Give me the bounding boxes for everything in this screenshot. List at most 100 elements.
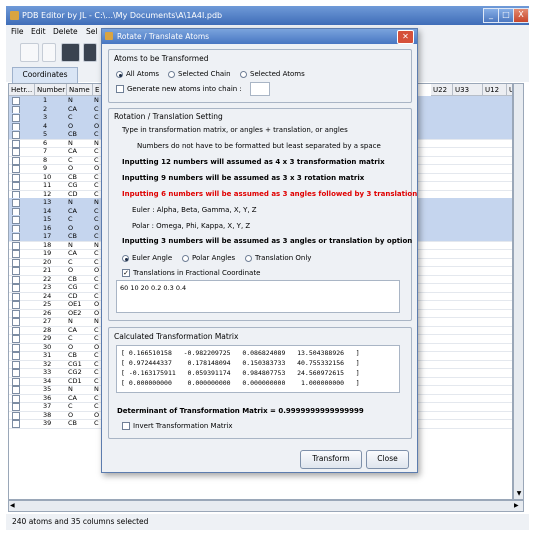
- atom-number: 19: [43, 249, 52, 257]
- chain-input[interactable]: [250, 82, 270, 96]
- atom-element: C: [94, 274, 99, 283]
- atom-element: N: [94, 317, 99, 325]
- matrix-row-4: [ 0.000000000 0.000000000 0.000000000 1.…: [121, 379, 360, 387]
- generate-chain-checkbox[interactable]: [116, 85, 124, 93]
- atom-number: 13: [43, 198, 52, 206]
- atom-name: O: [68, 164, 74, 172]
- atom-name: N: [68, 317, 73, 325]
- atom-element: C: [94, 104, 99, 113]
- atom-number: 7: [43, 147, 48, 155]
- atom-name: C: [68, 402, 73, 410]
- dialog-title: Rotate / Translate Atoms: [117, 32, 210, 41]
- atom-name: N: [68, 138, 73, 147]
- atom-element: N: [94, 240, 99, 249]
- atom-number: 8: [43, 155, 48, 164]
- atom-number: 34: [43, 376, 52, 385]
- close-button[interactable]: Close: [366, 450, 409, 469]
- atom-number: 1: [43, 96, 48, 104]
- atom-element: C: [94, 402, 99, 410]
- selected-chain-label: Selected Chain: [178, 70, 231, 78]
- atom-number: 24: [43, 291, 52, 300]
- polar-angles-radio[interactable]: [182, 255, 189, 262]
- menu-file[interactable]: File: [11, 27, 24, 36]
- menu-edit[interactable]: Edit: [31, 27, 46, 36]
- close-window-button[interactable]: X: [513, 8, 529, 23]
- info-line-4: Inputting 9 numbers will be assumed as 3…: [122, 174, 365, 182]
- atom-element: C: [94, 359, 99, 368]
- atom-number: 36: [43, 393, 52, 402]
- tab-coordinates[interactable]: Coordinates: [12, 67, 78, 83]
- transformation-input-area[interactable]: 60 10 20 0.2 0.3 0.4: [116, 280, 400, 313]
- euler-angle-radio[interactable]: [122, 255, 129, 262]
- save-as-icon[interactable]: [83, 43, 97, 62]
- atom-name: CD: [68, 291, 78, 300]
- all-atoms-radio[interactable]: [116, 71, 123, 78]
- atom-name: CA: [68, 393, 77, 402]
- all-atoms-label: All Atoms: [126, 70, 160, 78]
- column-header[interactable]: U12: [483, 84, 507, 96]
- transform-button[interactable]: Transform: [300, 450, 362, 469]
- menu-select[interactable]: Sel: [86, 27, 97, 36]
- rotate-translate-dialog: Rotate / Translate Atoms ✕ Atoms to be T…: [101, 28, 418, 473]
- atom-name: CG1: [68, 359, 82, 368]
- info-line-8: Inputting 3 numbers will be assumed as 3…: [122, 237, 413, 245]
- selected-atoms-radio[interactable]: [240, 71, 247, 78]
- atom-element: O: [94, 300, 100, 308]
- atom-name: N: [68, 198, 73, 206]
- atom-name: CB: [68, 419, 77, 427]
- fractional-coordinate-checkbox[interactable]: ✓: [122, 269, 130, 277]
- atom-element: O: [94, 342, 100, 351]
- column-header[interactable]: Number: [35, 84, 67, 96]
- atom-number: 32: [43, 359, 52, 368]
- info-line-7: Polar : Omega, Phi, Kappa, X, Y, Z: [132, 222, 251, 230]
- app-icon: [10, 11, 19, 20]
- menu-delete[interactable]: Delete: [53, 27, 78, 36]
- matrix-row-1: [ 0.166510158 -0.982209725 0.086824089 1…: [121, 349, 360, 357]
- save-icon[interactable]: [61, 43, 80, 62]
- info-line-1: Type in transformation matrix, or angles…: [122, 126, 348, 134]
- translation-only-radio[interactable]: [245, 255, 252, 262]
- column-header[interactable]: U33: [453, 84, 483, 96]
- atom-name: CB: [68, 232, 77, 240]
- atom-name: CA: [68, 206, 77, 215]
- atom-number: 37: [43, 402, 52, 410]
- atom-number: 23: [43, 283, 52, 291]
- open-icon[interactable]: [42, 43, 56, 62]
- atom-element: C: [94, 368, 99, 376]
- atom-number: 38: [43, 410, 52, 419]
- atom-number: 9: [43, 164, 48, 172]
- atom-number: 28: [43, 325, 52, 334]
- atom-name: C: [68, 155, 73, 164]
- atom-number: 20: [43, 257, 52, 266]
- dialog-close-icon[interactable]: ✕: [397, 30, 414, 44]
- scroll-left-arrow-icon[interactable]: ◀: [10, 502, 18, 510]
- column-header[interactable]: Name: [67, 84, 93, 96]
- info-line-3: Inputting 12 numbers will assumed as 4 x…: [122, 158, 385, 166]
- invert-matrix-checkbox[interactable]: [122, 422, 130, 430]
- atom-number: 35: [43, 385, 52, 393]
- atom-name: O: [68, 121, 74, 130]
- atom-name: N: [68, 240, 73, 249]
- scroll-right-arrow-icon[interactable]: ▶: [514, 502, 522, 510]
- column-header[interactable]: Hetr...: [9, 84, 35, 96]
- atom-element: O: [94, 266, 100, 274]
- vertical-scrollbar[interactable]: ▼: [513, 83, 524, 500]
- atom-element: N: [94, 96, 99, 104]
- atom-element: C: [94, 351, 99, 359]
- euler-angle-label: Euler Angle: [132, 254, 173, 262]
- minimize-button[interactable]: _: [483, 8, 499, 23]
- maximize-button[interactable]: □: [498, 8, 514, 23]
- atom-element: C: [94, 334, 99, 342]
- selected-chain-radio[interactable]: [168, 71, 175, 78]
- column-header[interactable]: U22: [431, 84, 453, 96]
- atom-element: O: [94, 223, 100, 232]
- atom-name: CB: [68, 172, 77, 181]
- hetero-checkbox[interactable]: [12, 420, 20, 428]
- horizontal-scrollbar[interactable]: ◀ ▶: [8, 500, 524, 512]
- atom-name: O: [68, 410, 74, 419]
- atom-number: 21: [43, 266, 52, 274]
- new-file-icon[interactable]: [20, 43, 39, 62]
- scroll-down-arrow-icon[interactable]: ▼: [515, 490, 523, 498]
- rotation-group-title: Rotation / Translation Setting: [114, 112, 223, 121]
- atom-element: N: [94, 198, 99, 206]
